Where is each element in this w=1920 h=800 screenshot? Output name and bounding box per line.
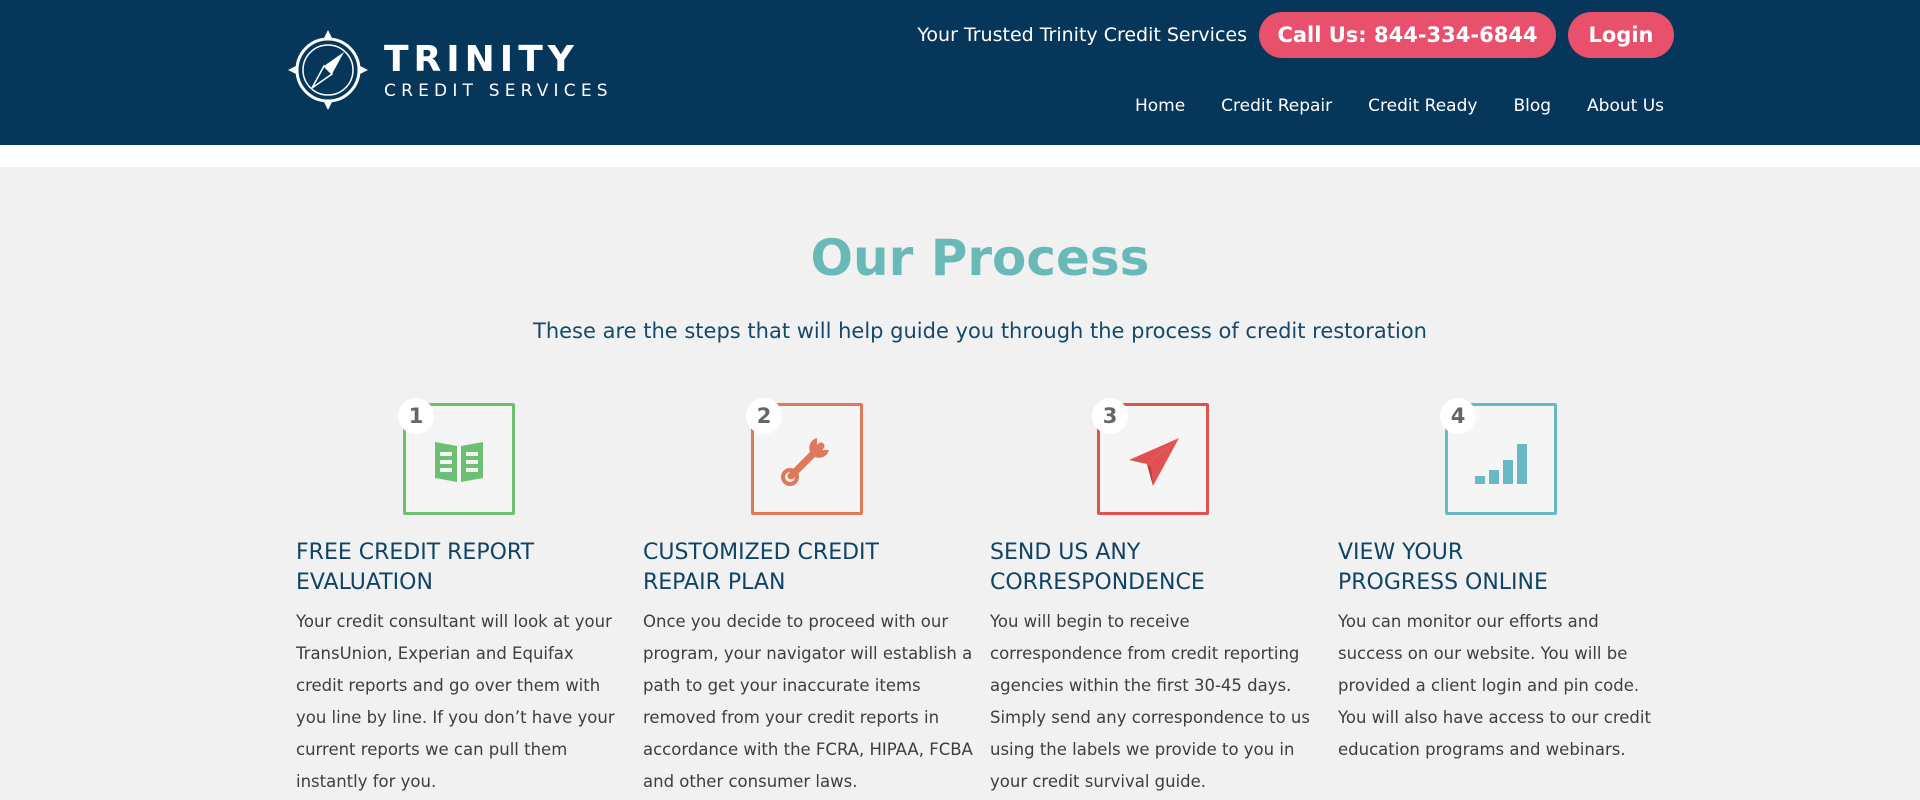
step-description: You will begin to receive correspondence… [990, 612, 1310, 791]
bar-chart-icon [1475, 444, 1527, 484]
site-header: TRINITY CREDIT SERVICES Your Trusted Tri… [0, 0, 1920, 145]
step-number-badge: 4 [1440, 398, 1476, 434]
paper-plane-icon [1129, 438, 1179, 486]
section-title: Our Process [810, 229, 1150, 287]
step-number-badge: 3 [1092, 398, 1128, 434]
login-button[interactable]: Login [1568, 12, 1674, 58]
nav-credit-repair[interactable]: Credit Repair [1221, 96, 1332, 116]
section-subtitle: These are the steps that will help guide… [533, 319, 1427, 343]
nav-home[interactable]: Home [1135, 96, 1185, 116]
wrench-icon [781, 438, 829, 486]
step-number-badge: 2 [746, 398, 782, 434]
step-number-badge: 1 [398, 398, 434, 434]
nav-blog[interactable]: Blog [1513, 96, 1551, 116]
step-title: VIEW YOUR PROGRESS ONLINE [1338, 540, 1548, 595]
step-icon-box: 2 [746, 398, 863, 515]
step-icon-box: 1 [398, 398, 515, 515]
step-description: You can monitor our efforts and success … [1338, 612, 1651, 759]
nav-credit-ready[interactable]: Credit Ready [1368, 96, 1477, 116]
call-us-button[interactable]: Call Us: 844-334-6844 [1259, 12, 1556, 58]
step-icon-box: 4 [1440, 398, 1557, 515]
main-nav: Home Credit Repair Credit Ready Blog Abo… [1099, 96, 1664, 116]
logo-title: TRINITY [384, 38, 579, 80]
logo-subtitle: CREDIT SERVICES [384, 80, 613, 101]
book-icon [435, 442, 483, 482]
nav-about-us[interactable]: About Us [1587, 96, 1664, 116]
step-title: SEND US ANY CORRESPONDENCE [990, 540, 1205, 595]
process-section: Our Process These are the steps that wil… [0, 167, 1920, 800]
step-icon-box: 3 [1092, 398, 1209, 515]
step-description: Your credit consultant will look at your… [296, 612, 615, 791]
top-bar: Your Trusted Trinity Credit Services Cal… [917, 12, 1674, 58]
logo[interactable]: TRINITY CREDIT SERVICES [286, 28, 613, 112]
compass-logo-icon [288, 30, 368, 110]
step-title: CUSTOMIZED CREDIT REPAIR PLAN [643, 540, 879, 595]
step-title: FREE CREDIT REPORT EVALUATION [296, 540, 535, 595]
header-tagline: Your Trusted Trinity Credit Services [917, 24, 1247, 46]
header-divider [0, 145, 1920, 167]
step-description: Once you decide to proceed with our prog… [643, 612, 973, 791]
